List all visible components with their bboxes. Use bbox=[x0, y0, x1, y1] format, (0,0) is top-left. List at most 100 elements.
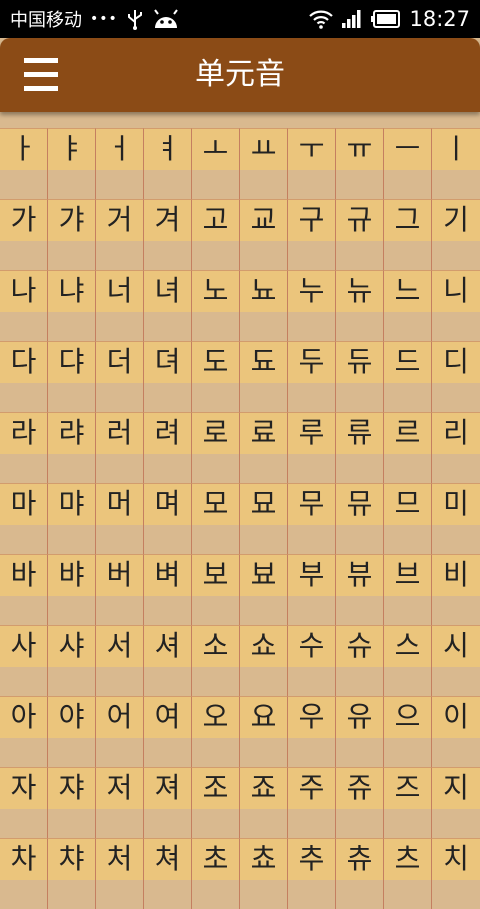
syllable-cell[interactable]: 저 bbox=[96, 767, 144, 838]
syllable-cell[interactable]: ㅑ bbox=[48, 128, 96, 199]
syllable-cell[interactable]: 쥬 bbox=[336, 767, 384, 838]
syllable-cell[interactable]: 며 bbox=[144, 483, 192, 554]
syllable-cell[interactable]: 다 bbox=[0, 341, 48, 412]
syllable-cell[interactable]: 라 bbox=[0, 412, 48, 483]
syllable-cell[interactable]: 브 bbox=[384, 554, 432, 625]
syllable-cell[interactable]: 셔 bbox=[144, 625, 192, 696]
syllable-cell[interactable]: 버 bbox=[96, 554, 144, 625]
syllable-cell[interactable]: ㅜ bbox=[288, 128, 336, 199]
syllable-cell[interactable]: 교 bbox=[240, 199, 288, 270]
syllable-cell[interactable]: 자 bbox=[0, 767, 48, 838]
syllable-cell[interactable]: 비 bbox=[432, 554, 480, 625]
syllable-cell[interactable]: 스 bbox=[384, 625, 432, 696]
syllable-cell[interactable]: 쟈 bbox=[48, 767, 96, 838]
syllable-cell[interactable]: 갸 bbox=[48, 199, 96, 270]
syllable-cell[interactable]: 므 bbox=[384, 483, 432, 554]
syllable-cell[interactable]: 수 bbox=[288, 625, 336, 696]
syllable-cell[interactable]: 드 bbox=[384, 341, 432, 412]
syllable-cell[interactable]: 규 bbox=[336, 199, 384, 270]
syllable-cell[interactable]: ㅗ bbox=[192, 128, 240, 199]
syllable-cell[interactable]: 죠 bbox=[240, 767, 288, 838]
syllable-cell[interactable]: 나 bbox=[0, 270, 48, 341]
syllable-cell[interactable]: 누 bbox=[288, 270, 336, 341]
syllable-cell[interactable]: ㅏ bbox=[0, 128, 48, 199]
syllable-cell[interactable]: 뱌 bbox=[48, 554, 96, 625]
syllable-cell[interactable]: 슈 bbox=[336, 625, 384, 696]
syllable-cell[interactable]: 야 bbox=[48, 696, 96, 767]
syllable-cell[interactable]: 랴 bbox=[48, 412, 96, 483]
syllable-cell[interactable]: 댜 bbox=[48, 341, 96, 412]
syllable-cell[interactable]: 조 bbox=[192, 767, 240, 838]
syllable-cell[interactable]: 부 bbox=[288, 554, 336, 625]
syllable-cell[interactable]: 겨 bbox=[144, 199, 192, 270]
syllable-cell[interactable]: 바 bbox=[0, 554, 48, 625]
syllable-cell[interactable]: 리 bbox=[432, 412, 480, 483]
syllable-cell[interactable]: 보 bbox=[192, 554, 240, 625]
syllable-cell[interactable]: 두 bbox=[288, 341, 336, 412]
syllable-cell[interactable]: ㅕ bbox=[144, 128, 192, 199]
syllable-cell[interactable]: 요 bbox=[240, 696, 288, 767]
syllable-cell[interactable]: 추 bbox=[288, 838, 336, 909]
syllable-cell[interactable]: 료 bbox=[240, 412, 288, 483]
syllable-cell[interactable]: 류 bbox=[336, 412, 384, 483]
syllable-cell[interactable]: 뵤 bbox=[240, 554, 288, 625]
syllable-cell[interactable]: 서 bbox=[96, 625, 144, 696]
syllable-cell[interactable]: 미 bbox=[432, 483, 480, 554]
syllable-cell[interactable]: 쇼 bbox=[240, 625, 288, 696]
syllable-cell[interactable]: 츄 bbox=[336, 838, 384, 909]
syllable-cell[interactable]: 샤 bbox=[48, 625, 96, 696]
syllable-cell[interactable]: 르 bbox=[384, 412, 432, 483]
syllable-cell[interactable]: 차 bbox=[0, 838, 48, 909]
syllable-cell[interactable]: 우 bbox=[288, 696, 336, 767]
syllable-cell[interactable]: 로 bbox=[192, 412, 240, 483]
syllable-cell[interactable]: 묘 bbox=[240, 483, 288, 554]
syllable-cell[interactable]: 녀 bbox=[144, 270, 192, 341]
syllable-cell[interactable]: ㅠ bbox=[336, 128, 384, 199]
syllable-cell[interactable]: 가 bbox=[0, 199, 48, 270]
syllable-cell[interactable]: 노 bbox=[192, 270, 240, 341]
syllable-cell[interactable]: 뇨 bbox=[240, 270, 288, 341]
syllable-cell[interactable]: 됴 bbox=[240, 341, 288, 412]
syllable-cell[interactable]: 기 bbox=[432, 199, 480, 270]
syllable-cell[interactable]: 너 bbox=[96, 270, 144, 341]
syllable-cell[interactable]: ㅡ bbox=[384, 128, 432, 199]
syllable-cell[interactable]: 머 bbox=[96, 483, 144, 554]
syllable-cell[interactable]: 구 bbox=[288, 199, 336, 270]
syllable-cell[interactable]: 시 bbox=[432, 625, 480, 696]
syllable-cell[interactable]: 쵸 bbox=[240, 838, 288, 909]
syllable-cell[interactable]: 도 bbox=[192, 341, 240, 412]
syllable-cell[interactable]: 무 bbox=[288, 483, 336, 554]
syllable-cell[interactable]: 즈 bbox=[384, 767, 432, 838]
syllable-cell[interactable]: 마 bbox=[0, 483, 48, 554]
syllable-cell[interactable]: 소 bbox=[192, 625, 240, 696]
syllable-cell[interactable]: 냐 bbox=[48, 270, 96, 341]
syllable-cell[interactable]: 디 bbox=[432, 341, 480, 412]
syllable-cell[interactable]: 러 bbox=[96, 412, 144, 483]
syllable-cell[interactable]: 루 bbox=[288, 412, 336, 483]
syllable-cell[interactable]: 려 bbox=[144, 412, 192, 483]
syllable-cell[interactable]: 치 bbox=[432, 838, 480, 909]
syllable-cell[interactable]: ㅓ bbox=[96, 128, 144, 199]
syllable-cell[interactable]: 지 bbox=[432, 767, 480, 838]
syllable-cell[interactable]: 초 bbox=[192, 838, 240, 909]
syllable-cell[interactable]: 먀 bbox=[48, 483, 96, 554]
syllable-cell[interactable]: 츠 bbox=[384, 838, 432, 909]
syllable-cell[interactable]: 여 bbox=[144, 696, 192, 767]
syllable-cell[interactable]: 유 bbox=[336, 696, 384, 767]
syllable-cell[interactable]: 모 bbox=[192, 483, 240, 554]
syllable-cell[interactable]: 그 bbox=[384, 199, 432, 270]
syllable-cell[interactable]: 벼 bbox=[144, 554, 192, 625]
syllable-cell[interactable]: 고 bbox=[192, 199, 240, 270]
syllable-cell[interactable]: ㅣ bbox=[432, 128, 480, 199]
syllable-cell[interactable]: 져 bbox=[144, 767, 192, 838]
syllable-cell[interactable]: 느 bbox=[384, 270, 432, 341]
syllable-cell[interactable]: 으 bbox=[384, 696, 432, 767]
syllable-cell[interactable]: 아 bbox=[0, 696, 48, 767]
syllable-cell[interactable]: 챠 bbox=[48, 838, 96, 909]
syllable-cell[interactable]: ㅛ bbox=[240, 128, 288, 199]
syllable-cell[interactable]: 듀 bbox=[336, 341, 384, 412]
syllable-cell[interactable]: 주 bbox=[288, 767, 336, 838]
syllable-cell[interactable]: 뮤 bbox=[336, 483, 384, 554]
syllable-cell[interactable]: 쳐 bbox=[144, 838, 192, 909]
syllable-cell[interactable]: 더 bbox=[96, 341, 144, 412]
